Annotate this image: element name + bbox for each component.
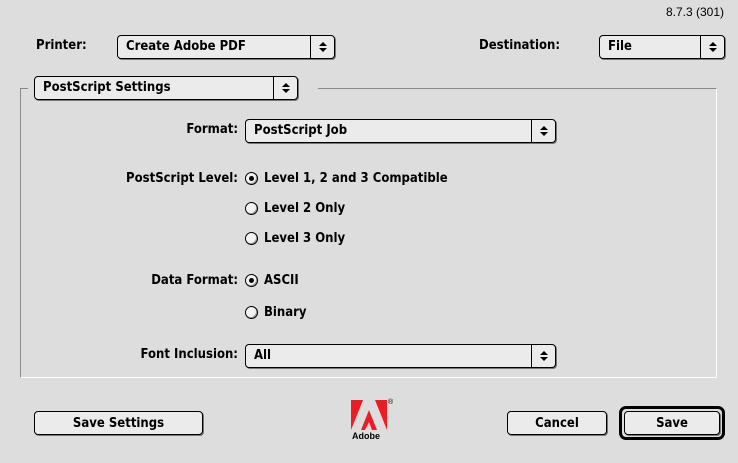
font-inclusion-popup[interactable]: All — [245, 344, 556, 368]
postscript-level-label: PostScript Level: — [126, 171, 238, 186]
format-popup[interactable]: PostScript Job — [245, 119, 556, 143]
registered-mark: ® — [388, 399, 394, 406]
format-label: Format: — [186, 122, 238, 137]
printer-value: Create Adobe PDF — [126, 39, 246, 54]
destination-value: File — [608, 39, 632, 54]
radio-selected-icon — [245, 172, 258, 185]
panel-menu-popup[interactable]: PostScript Settings — [34, 76, 298, 100]
radio-label: Level 3 Only — [264, 231, 346, 246]
panel-menu-value: PostScript Settings — [43, 80, 171, 95]
save-settings-button[interactable]: Save Settings — [34, 411, 203, 435]
radio-ascii[interactable]: ASCII — [245, 273, 299, 288]
radio-unselected-icon — [245, 232, 258, 245]
popup-arrows-icon — [531, 345, 555, 367]
radio-label: Level 1, 2 and 3 Compatible — [264, 171, 448, 186]
radio-level-123[interactable]: Level 1, 2 and 3 Compatible — [245, 171, 448, 186]
radio-selected-icon — [245, 274, 258, 287]
radio-label: Binary — [264, 305, 307, 320]
radio-level-3[interactable]: Level 3 Only — [245, 231, 345, 246]
radio-label: Level 2 Only — [264, 201, 346, 216]
version-label: 8.7.3 (301) — [665, 5, 724, 19]
radio-label: ASCII — [264, 273, 299, 288]
radio-level-2[interactable]: Level 2 Only — [245, 201, 345, 216]
radio-unselected-icon — [245, 306, 258, 319]
cancel-button[interactable]: Cancel — [507, 411, 607, 435]
radio-binary[interactable]: Binary — [245, 305, 307, 320]
radio-unselected-icon — [245, 202, 258, 215]
font-inclusion-label: Font Inclusion: — [140, 347, 238, 362]
popup-arrows-icon — [273, 77, 297, 99]
printer-label: Printer: — [36, 38, 87, 53]
popup-arrows-icon — [310, 36, 334, 58]
data-format-label: Data Format: — [151, 273, 238, 288]
destination-label: Destination: — [479, 38, 561, 53]
printer-popup[interactable]: Create Adobe PDF — [117, 35, 335, 59]
save-button[interactable]: Save — [624, 411, 720, 435]
popup-arrows-icon — [531, 120, 555, 142]
format-value: PostScript Job — [254, 123, 348, 138]
font-inclusion-value: All — [254, 348, 272, 363]
popup-arrows-icon — [700, 36, 724, 58]
adobe-logo-text: Adobe — [352, 431, 380, 441]
destination-popup[interactable]: File — [599, 35, 725, 59]
